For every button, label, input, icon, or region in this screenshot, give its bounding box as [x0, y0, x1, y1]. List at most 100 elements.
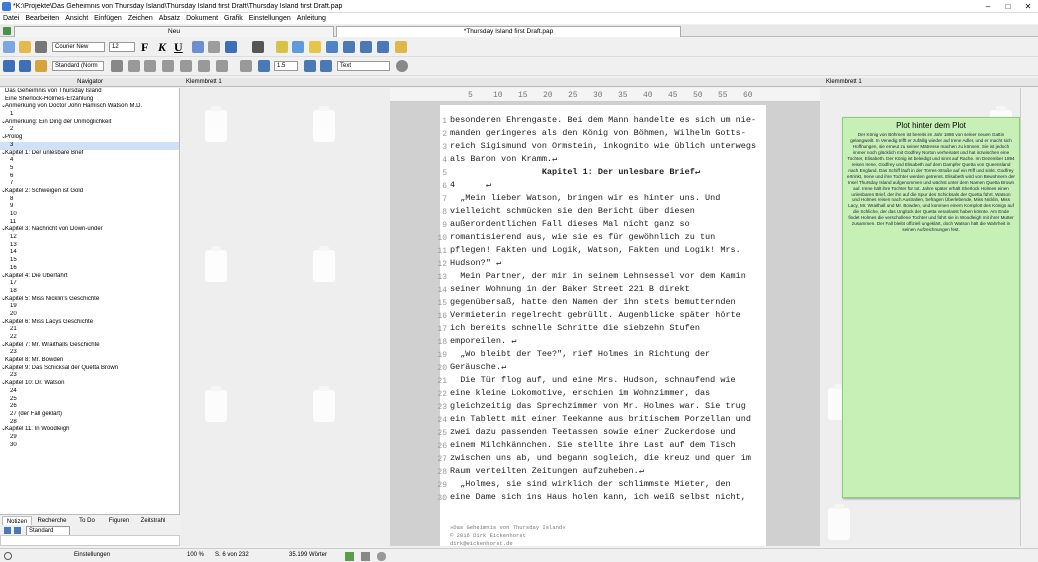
text-line[interactable]: Raum verteilten Zeitungen aufzuheben.↵ [450, 466, 768, 477]
navigator-child-item[interactable]: 23 [0, 349, 179, 357]
mode-select[interactable]: Text [337, 61, 390, 71]
empty-note[interactable] [313, 106, 335, 142]
tab-document[interactable]: *Thursday Island first Draft.pap [336, 26, 681, 37]
bookmark-icon[interactable] [309, 41, 321, 53]
text-line[interactable]: vielleicht schmücken sie den Bericht übe… [450, 206, 768, 217]
text-line[interactable]: „Holmes, sie sind wirklich der schlimmst… [450, 479, 768, 490]
remove-icon[interactable] [14, 527, 21, 534]
menu-datei[interactable]: Datei [0, 15, 22, 22]
navigator-section-item[interactable]: Das Geheimnis von Thursday Island [0, 88, 179, 96]
navigator-child-item[interactable]: 15 [0, 257, 179, 265]
navigator-child-item[interactable]: 24 [0, 388, 179, 396]
text-line[interactable]: „Mein lieber Watson, bringen wir es hint… [450, 193, 768, 204]
strikethrough-icon[interactable] [111, 60, 123, 72]
menu-zeichen[interactable]: Zeichen [125, 15, 156, 22]
navigator-child-item[interactable]: 28 [0, 419, 179, 427]
text-line[interactable]: eine kleine Lokomotive, erschien im Wohn… [450, 388, 768, 399]
lock-icon[interactable] [395, 41, 407, 53]
vertical-scrollbar[interactable] [1020, 88, 1038, 546]
hyperlink-icon[interactable] [377, 41, 389, 53]
navigator-child-item[interactable]: 1 [0, 111, 179, 119]
navigator-section-item[interactable]: Prolog [0, 134, 179, 142]
navigator-child-item[interactable]: 6 [0, 173, 179, 181]
pen-icon[interactable] [361, 552, 370, 561]
text-line[interactable]: ich bereits schnelle Schritte die siebze… [450, 323, 768, 334]
speech-bubble-icon[interactable] [326, 41, 338, 53]
corkboard-left[interactable] [181, 88, 390, 546]
settings-circle-icon[interactable] [4, 552, 12, 560]
navigator-section-item[interactable]: Kapitel 7: Mr. Wraithalls Geschichte [0, 342, 179, 350]
empty-note[interactable] [205, 246, 227, 282]
navigator-section-item[interactable]: Kapitel 2: Schweigen ist Gold [0, 188, 179, 196]
navigator-child-item[interactable]: 27 (der Fall geklärt) [0, 411, 179, 419]
navigator-section-item[interactable]: Kapitel 10: Dr. Watson [0, 380, 179, 388]
navigator-child-item[interactable]: 10 [0, 211, 179, 219]
navigator-section-item[interactable]: Kapitel 1: Der unlesbare Brief [0, 150, 179, 158]
style-icon[interactable] [35, 60, 47, 72]
menu-bearbeiten[interactable]: Bearbeiten [22, 15, 62, 22]
text-line[interactable]: gegenübersaß, hatte den Namen der ihn st… [450, 297, 768, 308]
eye-icon[interactable] [377, 552, 386, 561]
navigator-child-item[interactable]: 20 [0, 311, 179, 319]
navigator-section-item[interactable]: Kapitel 11: In Woodleigh [0, 426, 179, 434]
text-line[interactable]: einem Milchkännchen. Sie stellte ihre La… [450, 440, 768, 451]
navigator-child-item[interactable]: 3 [0, 141, 179, 150]
print-icon[interactable] [35, 41, 47, 53]
bullet-list-icon[interactable] [128, 60, 140, 72]
tab-stop-icon[interactable] [216, 60, 228, 72]
navigator-section-item[interactable]: Kapitel 8: Mr. Bowden [0, 357, 179, 365]
text-line[interactable]: eine Dame sich ins Haus holen kann, ich … [450, 492, 768, 503]
navigator-child-item[interactable]: 30 [0, 442, 179, 450]
text-line[interactable]: zwei dazu passenden Teetassen sowie eine… [450, 427, 768, 438]
navigator-child-item[interactable]: 25 [0, 396, 179, 404]
navigator-section-item[interactable]: Kapitel 4: Die Überfahrt [0, 273, 179, 281]
navigator-child-item[interactable]: 11 [0, 219, 179, 227]
text-line[interactable]: pflegen! Fakten und Logik, Watson, Fakte… [450, 245, 768, 256]
clear-format-icon[interactable] [252, 41, 264, 53]
bold-icon[interactable]: F [141, 41, 148, 54]
minimize-button[interactable]: – [978, 0, 998, 13]
menu-absatz[interactable]: Absatz [156, 15, 183, 22]
style-select[interactable]: Standard (Norm [52, 61, 104, 71]
text-line[interactable]: ein Tablett mit einer Teekanne aus briti… [450, 414, 768, 425]
save-icon[interactable] [3, 60, 15, 72]
line-spacing-icon[interactable] [144, 60, 156, 72]
navigator-child-item[interactable]: 2 [0, 126, 179, 134]
navigator-child-item[interactable]: 22 [0, 334, 179, 342]
unlink-icon[interactable] [360, 41, 372, 53]
spellcheck-icon[interactable] [345, 552, 354, 561]
empty-note[interactable] [205, 386, 227, 422]
text-line[interactable]: außerordentlichen Fall dieses Mal nicht … [450, 219, 768, 230]
navigator-child-item[interactable]: 17 [0, 280, 179, 288]
navigator-child-item[interactable]: 12 [0, 234, 179, 242]
navigator-child-item[interactable]: 9 [0, 203, 179, 211]
font-select[interactable]: Courier New [52, 42, 105, 52]
navigator-child-item[interactable]: 21 [0, 326, 179, 334]
text-line[interactable]: gleichzeitig das Sprechzimmer von Mr. Ho… [450, 401, 768, 412]
indent-icon[interactable] [208, 41, 220, 53]
navigator-section-item[interactable]: Anmerkung von Doctor John Hamisch Watson… [0, 103, 179, 111]
navigator-section-item[interactable]: Kapitel 5: Miss Nicklin's Geschichte [0, 296, 179, 304]
text-line[interactable]: besonderen Ehrengaste. Bei dem Mann hand… [450, 115, 768, 126]
text-line[interactable]: romantisierend aus, wie sie es für gewöh… [450, 232, 768, 243]
comment-icon[interactable] [292, 41, 304, 53]
paragraph-gap-icon[interactable] [198, 60, 210, 72]
pen-icon[interactable] [3, 27, 11, 35]
note-icon[interactable] [276, 41, 288, 53]
plot-note-card[interactable]: Plot hinter dem Plot Der König von Böhme… [842, 117, 1020, 498]
navigator-section-item[interactable]: Kapitel 9: Das Schicksal der Quetta Brow… [0, 365, 179, 373]
navigator-child-item[interactable]: 7 [0, 180, 179, 188]
text-line[interactable]: manden geringeres als den König von Böhm… [450, 128, 768, 139]
close-button[interactable]: ✕ [1018, 0, 1038, 13]
text-line[interactable]: reich Sigismund von Ormstein, inkognito … [450, 141, 768, 152]
text-line[interactable]: Mein Partner, der mir in seinem Lehnsess… [450, 271, 768, 282]
new-document-icon[interactable] [3, 41, 15, 53]
menu-grafik[interactable]: Grafik [221, 15, 246, 22]
text-line[interactable]: seiner Wohnung in der Baker Street 221 B… [450, 284, 768, 295]
empty-note[interactable] [828, 504, 850, 540]
navigator-child-item[interactable]: 26 [0, 403, 179, 411]
menu-ansicht[interactable]: Ansicht [62, 15, 91, 22]
corkboard-left-header[interactable]: Klemmbrett 1 [186, 78, 246, 87]
search-icon[interactable] [396, 60, 408, 72]
save-as-icon[interactable] [19, 60, 31, 72]
